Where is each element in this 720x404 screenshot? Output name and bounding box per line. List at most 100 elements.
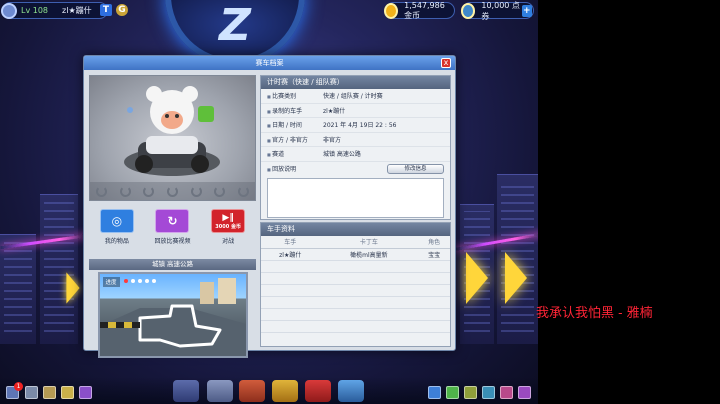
my-items-button[interactable]: ◎ 我的物品 [92, 209, 142, 259]
dialog-titlebar: 赛车档案 x [84, 56, 455, 70]
table-row [261, 284, 450, 297]
points-display: 10,000 点券 + [461, 0, 534, 21]
right-panel: 计时赛（快速 / 组队赛） 比赛类别 快速 / 组队赛 / 计时赛 录制的车手 … [260, 75, 451, 347]
friends-icon[interactable] [338, 380, 364, 402]
left-panel: ◎ 我的物品 ↻ 回放比赛视频 ▶‖ 3000 金币 对战 城镇 高速公路 进度 [89, 75, 256, 358]
info-label: 赛道 [267, 149, 323, 158]
garage-icon[interactable] [239, 380, 265, 402]
info-row: 录制的车手 zl★蹦什 [261, 104, 450, 118]
table-row [261, 296, 450, 309]
table-row [261, 308, 450, 321]
info-label: 比赛类别 [267, 91, 323, 100]
player-badge[interactable]: Lv 108 zl★蹦什 [1, 2, 108, 19]
add-points-button[interactable]: + [521, 4, 532, 17]
column-header: 角色 [418, 236, 450, 249]
chart-icon[interactable] [428, 386, 441, 399]
info-row: 回放说明 修改信息 [261, 162, 450, 177]
close-button[interactable]: x [441, 58, 451, 68]
column-header: 车手 [261, 236, 320, 249]
driver-table: 车手 卡丁车 角色 zl★蹦什 橄榄ml高量新 宝宝 [261, 236, 450, 333]
settings-icon[interactable] [518, 386, 531, 399]
versus-label: 对战 [222, 238, 235, 245]
points-amount: 10,000 点券 [481, 0, 520, 21]
game-scene: Z Lv 108 zl★蹦什 T G 1,547,986 金币 10,000 点… [0, 0, 538, 404]
info-value: zl★蹦什 [323, 107, 346, 115]
bottom-toolbar: 1 [0, 377, 538, 404]
replay-video-button[interactable]: ↻ 回放比赛视频 [147, 209, 197, 259]
race-flag-icon[interactable] [173, 380, 199, 402]
music-icon[interactable] [446, 386, 459, 399]
driver-name-cell: zl★蹦什 [261, 248, 320, 261]
notification-badge: 1 [14, 382, 23, 391]
character-portrait [89, 75, 256, 201]
info-label: 官方 / 非官方 [267, 135, 323, 144]
modify-info-button[interactable]: 修改信息 [387, 163, 444, 174]
versus-icon: ▶‖ 3000 金币 [211, 209, 246, 233]
timing-info-section: 计时赛（快速 / 组队赛） 比赛类别 快速 / 组队赛 / 计时赛 录制的车手 … [260, 75, 451, 220]
gift-icon[interactable] [305, 380, 331, 402]
table-row [261, 260, 450, 273]
column-header: 卡丁车 [319, 236, 419, 249]
rotate-icon[interactable] [190, 185, 202, 197]
items-icon: ◎ [99, 209, 134, 233]
replay-notes-textarea[interactable] [267, 178, 444, 218]
versus-cost: 3000 金币 [215, 223, 241, 230]
driver-section-title: 车手资料 [261, 223, 450, 236]
info-label: 回放说明 [267, 164, 323, 173]
g-icon[interactable]: G [116, 4, 128, 16]
info-row: 比赛类别 快速 / 组队赛 / 计时赛 [261, 89, 450, 104]
role-cell: 宝宝 [418, 248, 450, 261]
info-row: 赛道 城镇 高速公路 [261, 147, 450, 162]
info-row: 官方 / 非官方 非官方 [261, 133, 450, 147]
replay-archive-dialog: 赛车档案 x ◎ 我的物品 ↻ 回放比赛视频 ▶‖ 3000 金币 对战 城镇 … [83, 55, 456, 358]
info-value: 非官方 [323, 136, 342, 144]
rotate-icon[interactable] [166, 185, 178, 197]
rotate-icon[interactable] [119, 185, 131, 197]
info-value: 2021 年 4月 19日 22 : 56 [323, 122, 397, 130]
table-row [261, 320, 450, 333]
rotate-icon[interactable] [237, 185, 249, 197]
track-preview: 进度 [97, 272, 248, 358]
chat-icon[interactable] [482, 386, 495, 399]
gold-display: 1,547,986 金币 [384, 0, 455, 20]
quest-icon[interactable] [464, 386, 477, 399]
avatar-icon [1, 2, 17, 19]
info-label: 录制的车手 [267, 106, 323, 115]
table-row [261, 272, 450, 285]
info-label: 日期 / 时间 [267, 120, 323, 129]
info-value: 快速 / 组队赛 / 计时赛 [323, 93, 383, 101]
dialog-title: 赛车档案 [255, 59, 284, 67]
kart-cell: 橄榄ml高量新 [319, 248, 419, 261]
rotate-icon[interactable] [214, 185, 226, 197]
info-value: 城镇 高速公路 [323, 151, 361, 159]
info-row: 日期 / 时间 2021 年 4月 19日 22 : 56 [261, 118, 450, 133]
scrolling-marquee: 我承认我怕黑 - 雅楠 [536, 306, 653, 321]
rotate-icon[interactable] [96, 185, 108, 197]
gold-amount: 1,547,986 金币 [404, 0, 445, 20]
camera-icon[interactable] [500, 386, 513, 399]
help-icon[interactable] [79, 386, 92, 399]
action-buttons: ◎ 我的物品 ↻ 回放比赛视频 ▶‖ 3000 金币 对战 [89, 201, 256, 259]
points-coin-icon [461, 2, 476, 19]
home-icon[interactable] [25, 386, 38, 399]
bag-icon[interactable] [43, 386, 56, 399]
track-map [99, 278, 246, 356]
shop-icon[interactable] [272, 380, 298, 402]
table-row[interactable]: zl★蹦什 橄榄ml高量新 宝宝 [261, 248, 450, 261]
my-items-label: 我的物品 [104, 238, 129, 245]
timing-section-title: 计时赛（快速 / 组队赛） [261, 76, 450, 89]
replay-icon: ↻ [155, 209, 190, 233]
player-level: Lv 108 [21, 6, 49, 15]
notes-icon[interactable] [61, 386, 74, 399]
track-header: 城镇 高速公路 [89, 259, 256, 270]
t-button[interactable]: T [100, 4, 112, 16]
rotate-icon[interactable] [143, 185, 155, 197]
chevron-sign [466, 252, 488, 304]
building [40, 194, 78, 344]
versus-button[interactable]: ▶‖ 3000 金币 对战 [203, 209, 253, 259]
speedometer-icon[interactable] [207, 380, 233, 402]
kart-character-image [124, 86, 220, 176]
rotate-controls [90, 182, 255, 200]
chevron-sign [505, 252, 527, 304]
replay-video-label: 回放比赛视频 [154, 238, 191, 245]
